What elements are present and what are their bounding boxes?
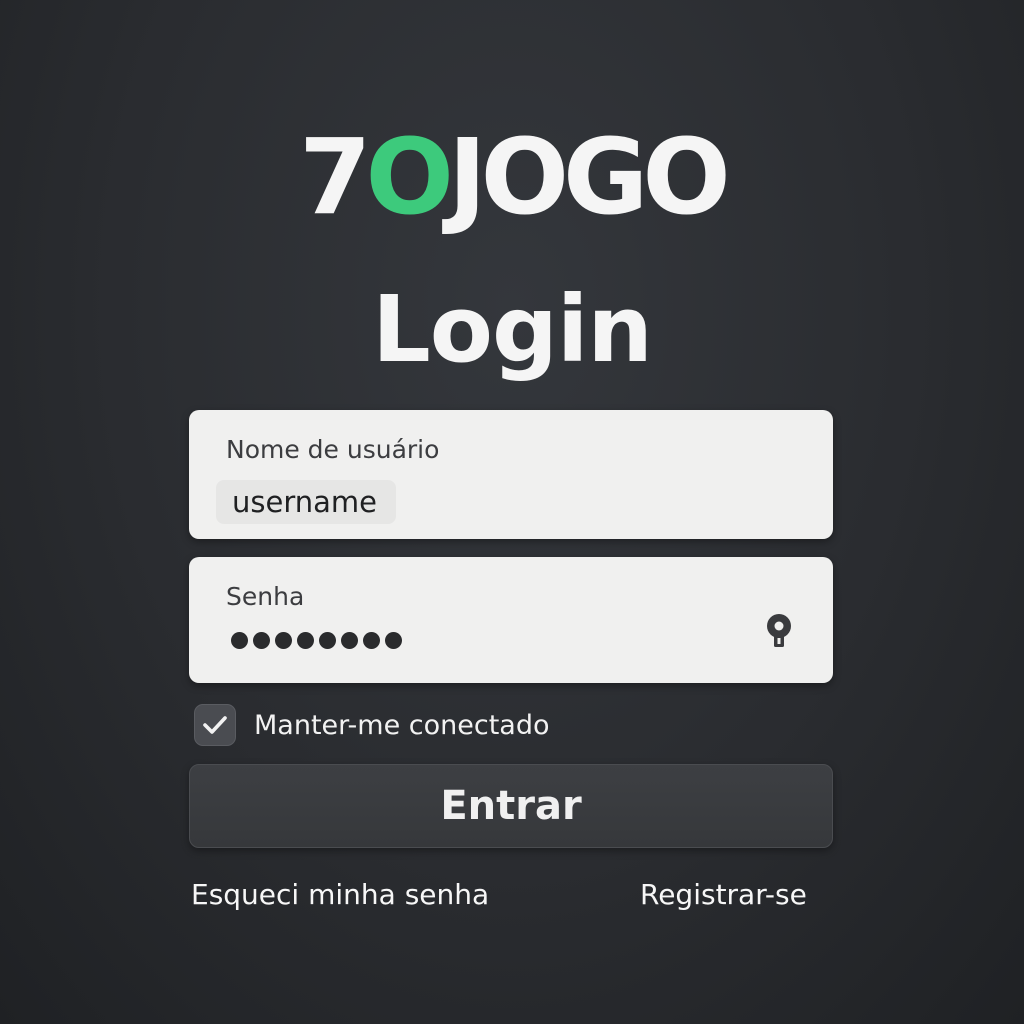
- checkmark-icon: [203, 716, 227, 734]
- logo-text-part1: 7: [299, 116, 371, 238]
- forgot-password-link[interactable]: Esqueci minha senha: [191, 878, 489, 911]
- password-mask-dot: [385, 632, 402, 649]
- password-mask-dot: [297, 632, 314, 649]
- username-field[interactable]: Nome de usuário username: [189, 410, 833, 539]
- register-link[interactable]: Registrar-se: [640, 878, 807, 911]
- password-mask-dot: [363, 632, 380, 649]
- page-title: Login: [372, 276, 653, 383]
- remember-me-label[interactable]: Manter-me conectado: [254, 710, 549, 741]
- username-input[interactable]: username: [232, 485, 377, 519]
- password-mask-dot: [275, 632, 292, 649]
- key-hole-icon[interactable]: [763, 612, 795, 652]
- password-mask-dot: [253, 632, 270, 649]
- password-mask-dot: [341, 632, 358, 649]
- brand-logo: 7OJOGO: [0, 122, 1024, 232]
- password-mask-dot: [319, 632, 336, 649]
- remember-me-checkbox[interactable]: [194, 704, 236, 746]
- username-label: Nome de usuário: [226, 435, 440, 464]
- remember-me-row[interactable]: Manter-me conectado: [194, 703, 549, 747]
- password-field[interactable]: Senha: [189, 557, 833, 683]
- logo-text-accent: O: [365, 116, 454, 238]
- login-button[interactable]: Entrar: [189, 764, 833, 848]
- password-label: Senha: [226, 582, 305, 611]
- logo-text-part2: JOGO: [447, 116, 731, 238]
- password-mask-dot: [231, 632, 248, 649]
- password-input[interactable]: [231, 632, 402, 649]
